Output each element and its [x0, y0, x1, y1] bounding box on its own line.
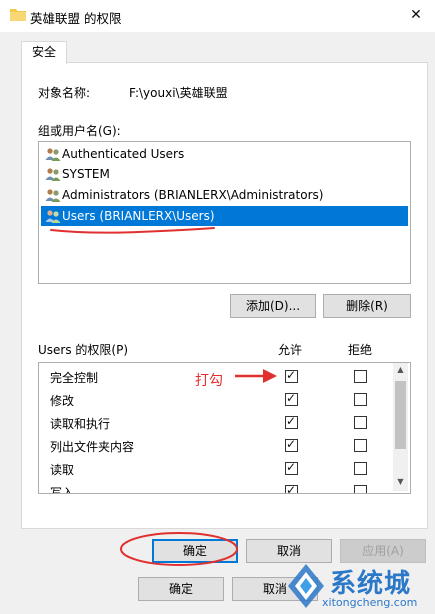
watermark-logo-icon — [288, 564, 324, 608]
permission-name: 完全控制 — [50, 371, 99, 385]
permission-row: 列出文件夹内容 ✓ — [39, 434, 394, 456]
user-group-icon — [45, 189, 61, 202]
permission-name: 读取和执行 — [50, 417, 111, 431]
allow-checkbox[interactable]: ✓ — [285, 460, 298, 475]
scroll-down-icon[interactable]: ▼ — [393, 477, 408, 486]
scroll-thumb[interactable] — [395, 381, 406, 449]
user-name: Authenticated Users — [62, 147, 185, 161]
allow-checkbox[interactable]: ✓ — [285, 414, 298, 429]
allow-header: 允许 — [278, 343, 303, 357]
permission-row: 修改 ✓ — [39, 388, 394, 410]
user-name: SYSTEM — [62, 167, 110, 181]
deny-checkbox[interactable] — [354, 462, 367, 475]
allow-checkbox[interactable]: ✓ — [285, 437, 298, 452]
permissions-list: 完全控制 ✓ 修改 ✓ 读取和执行 ✓ 列出文件夹内容 ✓ 读取 ✓ 写入 ✓ — [38, 362, 411, 494]
apply-button[interactable]: 应用(A) — [340, 539, 426, 563]
watermark-url: xitongcheng.com — [322, 596, 418, 609]
annotation-circle — [120, 532, 238, 566]
scroll-up-icon[interactable]: ▲ — [393, 365, 408, 374]
deny-header: 拒绝 — [348, 343, 373, 357]
deny-checkbox[interactable] — [354, 485, 367, 493]
annotation-text: 打勾 — [195, 373, 223, 389]
permission-row: 读取 ✓ — [39, 457, 394, 479]
permission-row: 写入 ✓ — [39, 480, 394, 494]
list-item[interactable]: Administrators (BRIANLERX\Administrators… — [41, 185, 408, 205]
folder-icon — [10, 9, 26, 21]
list-item[interactable]: Authenticated Users — [41, 144, 408, 164]
allow-checkbox[interactable]: ✓ — [285, 368, 298, 383]
tab-security[interactable]: 安全 — [21, 41, 67, 64]
user-group-icon — [45, 148, 61, 161]
deny-checkbox[interactable] — [354, 439, 367, 452]
checkmark-icon: ✓ — [286, 414, 297, 428]
checkmark-icon: ✓ — [286, 460, 297, 474]
deny-checkbox[interactable] — [354, 370, 367, 383]
checkmark-icon: ✓ — [286, 483, 297, 494]
watermark-text: 系统城 — [330, 569, 412, 599]
permission-row: 读取和执行 ✓ — [39, 411, 394, 433]
deny-checkbox[interactable] — [354, 393, 367, 406]
close-icon[interactable]: ✕ — [404, 3, 428, 27]
list-item[interactable]: SYSTEM — [41, 164, 408, 184]
scrollbar[interactable]: ▲ ▼ — [393, 363, 408, 491]
background-ok-button[interactable]: 确定 — [138, 577, 224, 601]
window-title: 英雄联盟 的权限 — [30, 11, 122, 26]
checkmark-icon: ✓ — [286, 368, 297, 382]
user-group-icon — [45, 210, 61, 223]
permissions-label: Users 的权限(P) — [38, 343, 129, 357]
allow-checkbox[interactable]: ✓ — [285, 483, 298, 494]
deny-checkbox[interactable] — [354, 416, 367, 429]
users-list[interactable]: Authenticated Users SYSTEM Administrator… — [38, 141, 411, 284]
checkmark-icon: ✓ — [286, 437, 297, 451]
user-name: Administrators (BRIANLERX\Administrators… — [62, 188, 324, 202]
permission-name: 列出文件夹内容 — [50, 440, 135, 454]
object-name-label: 对象名称: — [38, 86, 91, 100]
groups-label: 组或用户名(G): — [38, 124, 121, 138]
arrow-right-icon — [235, 369, 277, 383]
checkmark-icon: ✓ — [286, 391, 297, 405]
allow-checkbox[interactable]: ✓ — [285, 391, 298, 406]
permission-name: 读取 — [50, 463, 75, 477]
add-button[interactable]: 添加(D)... — [230, 294, 316, 318]
annotation-underline — [50, 227, 215, 234]
remove-button[interactable]: 删除(R) — [323, 294, 411, 318]
cancel-button[interactable]: 取消 — [246, 539, 332, 563]
permission-name: 写入 — [50, 486, 75, 494]
object-name-value: F:\youxi\英雄联盟 — [129, 86, 228, 100]
permission-name: 修改 — [50, 394, 75, 408]
user-group-icon — [45, 168, 61, 181]
